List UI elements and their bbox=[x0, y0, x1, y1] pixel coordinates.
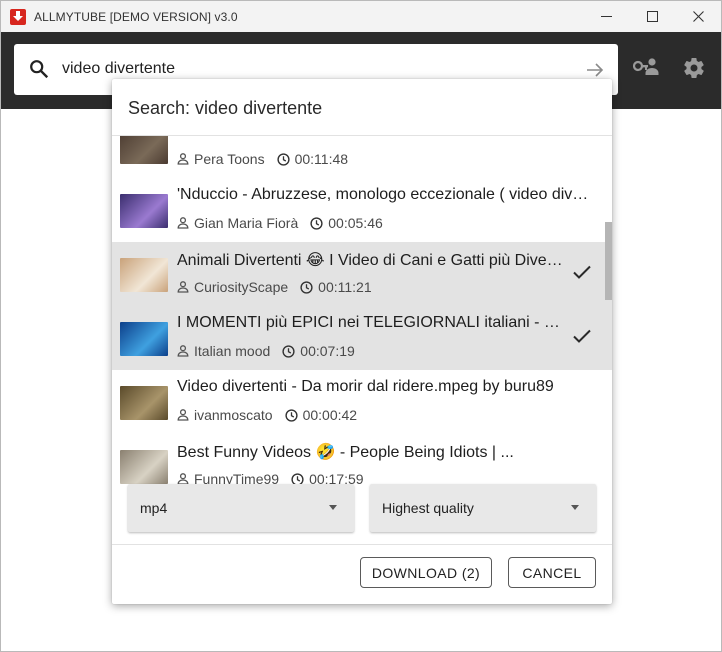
result-row[interactable]: Pera Toons 00:11:48 bbox=[112, 136, 612, 178]
key-user-icon[interactable] bbox=[633, 56, 659, 78]
download-button[interactable]: DOWNLOAD (2) bbox=[360, 557, 492, 588]
video-meta: ivanmoscato 00:00:42 bbox=[177, 407, 357, 423]
maximize-button[interactable] bbox=[629, 1, 675, 32]
video-title: Animali Divertenti 😂 I Video di Cani e G… bbox=[177, 252, 565, 269]
app-window: ALLMYTUBE [DEMO VERSION] v3.0 video dive… bbox=[0, 0, 722, 652]
close-button[interactable] bbox=[675, 1, 721, 32]
video-thumbnail bbox=[120, 136, 168, 164]
video-thumbnail bbox=[120, 258, 168, 292]
video-duration: 00:11:48 bbox=[294, 151, 349, 167]
result-row[interactable]: I MOMENTI più EPICI nei TELEGIORNALI ita… bbox=[112, 306, 612, 370]
window-title: ALLMYTUBE [DEMO VERSION] v3.0 bbox=[34, 9, 238, 24]
video-title: Video divertenti - Da morir dal ridere.m… bbox=[177, 378, 554, 395]
video-meta: Italian mood 00:07:19 bbox=[177, 343, 355, 359]
person-icon bbox=[177, 281, 189, 293]
video-channel: Gian Maria Fiorà bbox=[194, 215, 299, 231]
video-title: Best Funny Videos 🤣 - People Being Idiot… bbox=[177, 444, 514, 461]
video-duration: 00:11:21 bbox=[318, 279, 372, 295]
video-thumbnail bbox=[120, 322, 168, 356]
title-bar: ALLMYTUBE [DEMO VERSION] v3.0 bbox=[1, 1, 721, 32]
check-icon bbox=[572, 264, 592, 285]
person-icon bbox=[177, 345, 189, 357]
download-logo-icon bbox=[10, 8, 26, 25]
video-title: 'Nduccio - Abruzzese, monologo ecceziona… bbox=[177, 186, 597, 203]
minimize-button[interactable] bbox=[583, 1, 629, 32]
clock-icon bbox=[282, 344, 295, 358]
video-channel: Pera Toons bbox=[194, 151, 265, 167]
video-meta: Gian Maria Fiorà 00:05:46 bbox=[177, 215, 383, 231]
cancel-button[interactable]: CANCEL bbox=[508, 557, 596, 588]
maximize-icon bbox=[646, 11, 658, 22]
minimize-icon bbox=[600, 16, 612, 17]
dialog-header: Search: video divertente bbox=[112, 79, 612, 136]
scrollbar-thumb[interactable] bbox=[605, 222, 612, 300]
dropdown-arrow-icon bbox=[329, 505, 337, 510]
gear-icon[interactable] bbox=[682, 56, 706, 80]
dialog-title: Search: video divertente bbox=[128, 98, 323, 118]
format-select-value: mp4 bbox=[140, 500, 168, 516]
format-select[interactable]: mp4 bbox=[128, 484, 354, 532]
person-icon bbox=[177, 217, 189, 229]
video-thumbnail bbox=[120, 450, 168, 484]
person-icon bbox=[177, 409, 189, 421]
video-thumbnail bbox=[120, 194, 168, 228]
scrollbar[interactable] bbox=[604, 136, 612, 544]
clock-icon bbox=[300, 280, 313, 294]
video-channel: ivanmoscato bbox=[194, 407, 273, 423]
person-icon bbox=[177, 153, 189, 165]
result-row[interactable]: 'Nduccio - Abruzzese, monologo ecceziona… bbox=[112, 178, 612, 242]
clock-icon bbox=[310, 216, 323, 230]
quality-select[interactable]: Highest quality bbox=[370, 484, 596, 532]
video-duration: 00:00:42 bbox=[302, 407, 358, 423]
video-channel: CuriosityScape bbox=[194, 279, 289, 295]
search-icon bbox=[30, 60, 49, 79]
arrow-right-icon[interactable] bbox=[585, 60, 605, 80]
video-meta: Pera Toons 00:11:48 bbox=[177, 151, 348, 167]
video-title: I MOMENTI più EPICI nei TELEGIORNALI ita… bbox=[177, 314, 565, 331]
search-results-dialog: Search: video divertente Pera Toons 00:11… bbox=[112, 79, 612, 604]
dropdown-arrow-icon bbox=[571, 505, 579, 510]
close-icon bbox=[692, 11, 704, 22]
video-thumbnail bbox=[120, 386, 168, 420]
result-row[interactable]: Animali Divertenti 😂 I Video di Cani e G… bbox=[112, 242, 612, 306]
search-input[interactable]: video divertente bbox=[62, 60, 175, 78]
clock-icon bbox=[284, 408, 298, 422]
result-row[interactable]: Video divertenti - Da morir dal ridere.m… bbox=[112, 370, 612, 434]
video-duration: 00:07:19 bbox=[300, 343, 355, 359]
video-meta: CuriosityScape 00:11:21 bbox=[177, 279, 372, 295]
clock-icon bbox=[276, 152, 290, 166]
video-channel: Italian mood bbox=[194, 343, 271, 359]
quality-select-value: Highest quality bbox=[382, 500, 474, 516]
check-icon bbox=[572, 328, 592, 349]
video-duration: 00:05:46 bbox=[328, 215, 383, 231]
